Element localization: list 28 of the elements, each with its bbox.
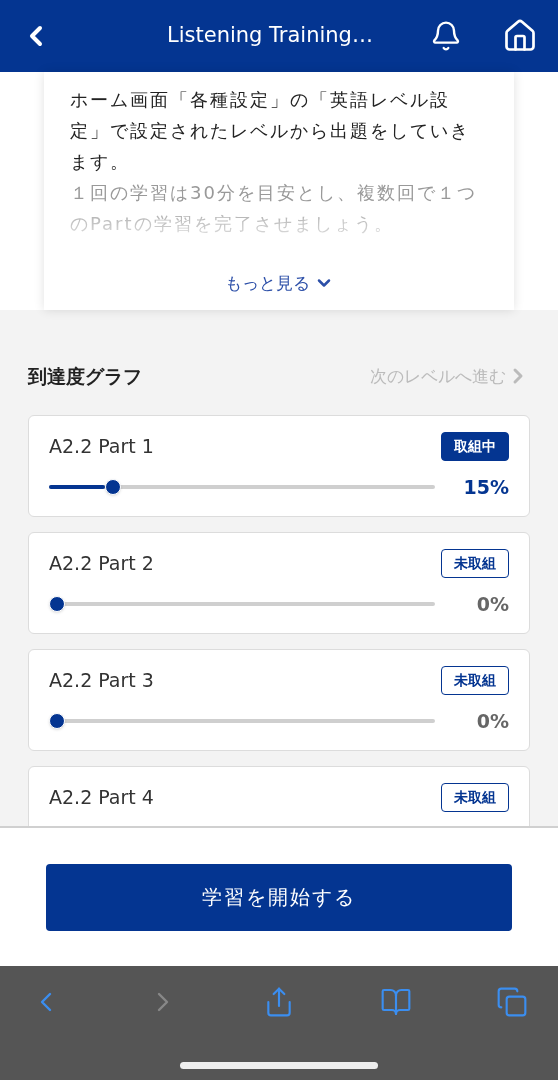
progress-slider[interactable] (49, 595, 435, 612)
status-badge: 未取組 (441, 782, 509, 812)
description-text: ホーム画面「各種設定」の「英語レベル設定」で設定されたレベルから出題をしていきます。 (70, 88, 471, 174)
part-name: A2.2 Part 2 (49, 550, 154, 576)
progress-thumb[interactable] (49, 595, 65, 612)
status-badge: 未取組 (441, 548, 509, 578)
show-more-link[interactable]: もっと見る (224, 270, 334, 296)
progress-percent: 0% (475, 591, 509, 617)
part-name: A2.2 Part 3 (49, 667, 154, 693)
notification-icon[interactable] (430, 20, 462, 52)
start-button[interactable]: 学習を開始する (46, 863, 512, 931)
status-badge: 未取組 (441, 665, 509, 695)
progress-slider[interactable] (49, 478, 435, 495)
progress-percent: 15% (462, 474, 509, 500)
page-title: Listening Training… (167, 22, 373, 50)
progress-thumb[interactable] (104, 478, 121, 495)
progress-slider[interactable] (49, 712, 435, 729)
part-card[interactable]: A2.2 Part 1 取組中 15% (28, 414, 530, 517)
part-name: A2.2 Part 1 (49, 433, 154, 459)
progress-thumb[interactable] (49, 712, 65, 729)
part-card[interactable]: A2.2 Part 2 未取組 0% (28, 531, 530, 634)
home-icon[interactable] (502, 18, 538, 54)
part-card[interactable]: A2.2 Part 4 未取組 (28, 765, 530, 826)
part-card[interactable]: A2.2 Part 3 未取組 0% (28, 648, 530, 751)
status-badge: 取組中 (441, 431, 509, 461)
part-name: A2.2 Part 4 (49, 784, 154, 810)
section-title: 到達度グラフ (28, 364, 142, 389)
progress-percent: 0% (475, 708, 509, 734)
